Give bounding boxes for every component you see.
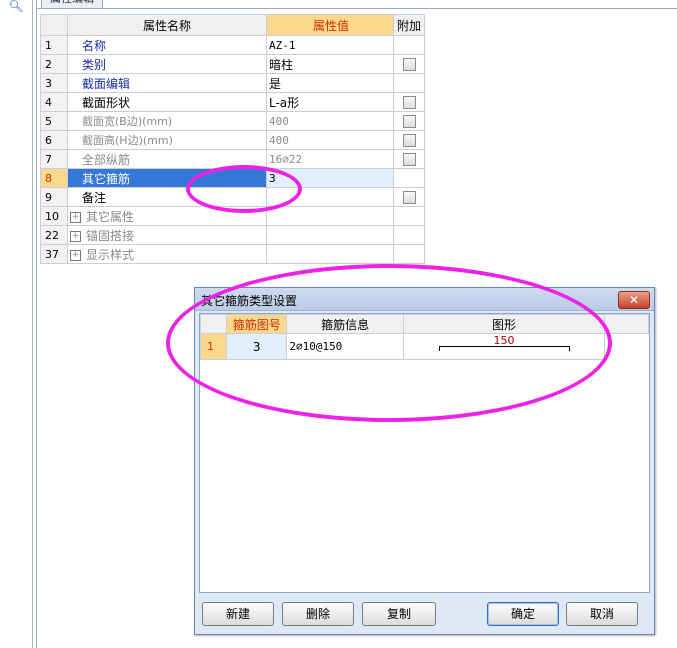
expand-icon[interactable]: + xyxy=(70,211,81,223)
row-name[interactable]: 截面高(H边)(mm) xyxy=(67,130,267,150)
copy-button[interactable]: 复制 xyxy=(362,602,436,626)
grid-header: 属性名称 属性值 附加 xyxy=(40,14,425,36)
header-index xyxy=(40,14,68,36)
extra-checkbox[interactable] xyxy=(402,191,416,204)
row-extra xyxy=(393,244,425,264)
row-index: 22 xyxy=(40,225,68,245)
row-extra xyxy=(393,54,425,74)
table-row[interactable]: 6 截面高(H边)(mm) 400 xyxy=(40,130,425,150)
row-extra xyxy=(393,225,425,245)
header-filler xyxy=(604,314,649,334)
row-value[interactable]: 400 xyxy=(266,111,394,131)
row-value[interactable]: 16⌀22 xyxy=(266,149,394,169)
extra-checkbox[interactable] xyxy=(402,115,416,128)
delete-button[interactable]: 删除 xyxy=(282,602,354,626)
ok-button[interactable]: 确定 xyxy=(487,602,559,626)
group-label: 锚固搭接 xyxy=(86,228,135,243)
table-row[interactable]: 4 截面形状 L-a形 xyxy=(40,92,425,112)
row-value[interactable]: L-a形 xyxy=(266,92,394,112)
row-value xyxy=(266,206,394,226)
left-panel: 🔍︎ xyxy=(0,0,33,648)
row-index: 7 xyxy=(40,149,68,169)
row-index: 1 xyxy=(40,35,68,55)
expand-icon[interactable]: + xyxy=(70,230,81,242)
row-value[interactable]: 是 xyxy=(266,73,394,93)
row-extra xyxy=(393,111,425,131)
row-extra xyxy=(393,187,425,207)
row-index: 3 xyxy=(40,73,68,93)
group-name[interactable]: + 显示样式 xyxy=(67,244,267,264)
group-label: 显示样式 xyxy=(86,247,135,262)
row-value[interactable]: 暗柱 xyxy=(266,54,394,74)
property-grid: 属性名称 属性值 附加 1 名称 AZ-1 2 类别 暗柱 3 截面编辑 是 4… xyxy=(40,14,425,264)
row-index: 37 xyxy=(40,244,68,264)
row-index: 10 xyxy=(40,206,68,226)
header-extra: 附加 xyxy=(393,14,425,36)
row-name[interactable]: 截面宽(B边)(mm) xyxy=(67,111,267,131)
row-index: 4 xyxy=(40,92,68,112)
row-extra xyxy=(393,73,425,93)
extra-checkbox[interactable] xyxy=(402,58,416,71)
search-icon[interactable]: 🔍︎ xyxy=(6,0,26,12)
row-name[interactable]: 名称 xyxy=(67,35,267,55)
row-index: 2 xyxy=(40,54,68,74)
new-button[interactable]: 新建 xyxy=(202,602,274,626)
extra-checkbox[interactable] xyxy=(402,153,416,166)
group-row[interactable]: 37 + 显示样式 xyxy=(40,244,425,264)
table-row[interactable]: 2 类别 暗柱 xyxy=(40,54,425,74)
table-row[interactable]: 3 截面编辑 是 xyxy=(40,73,425,93)
row-index: 5 xyxy=(40,111,68,131)
expand-icon[interactable]: + xyxy=(70,249,81,261)
tab-bar: 属性编辑 xyxy=(37,0,677,9)
group-row[interactable]: 22 + 锚固搭接 xyxy=(40,225,425,245)
highlight-ellipse-large xyxy=(166,264,612,422)
row-index: 6 xyxy=(40,130,68,150)
group-name[interactable]: + 锚固搭接 xyxy=(67,225,267,245)
row-extra xyxy=(393,168,425,188)
row-value[interactable]: AZ-1 xyxy=(266,35,394,55)
row-extra xyxy=(393,206,425,226)
row-name[interactable]: 截面编辑 xyxy=(67,73,267,93)
close-icon[interactable]: ✕ xyxy=(618,291,650,309)
row-index: 8 xyxy=(40,168,68,188)
header-value: 属性值 xyxy=(266,14,394,36)
row-index: 9 xyxy=(40,187,68,207)
row-extra xyxy=(393,35,425,55)
row-extra xyxy=(393,92,425,112)
header-name: 属性名称 xyxy=(67,14,267,36)
table-row[interactable]: 5 截面宽(B边)(mm) 400 xyxy=(40,111,425,131)
highlight-ellipse-small xyxy=(186,165,302,213)
row-extra xyxy=(393,149,425,169)
group-label: 其它属性 xyxy=(86,209,135,224)
row-value xyxy=(266,244,394,264)
tab-property-editor[interactable]: 属性编辑 xyxy=(41,0,103,9)
panel-divider xyxy=(36,0,37,648)
cancel-button[interactable]: 取消 xyxy=(566,602,638,626)
row-value xyxy=(266,225,394,245)
row-value[interactable]: 400 xyxy=(266,130,394,150)
table-row[interactable]: 1 名称 AZ-1 xyxy=(40,35,425,55)
extra-checkbox[interactable] xyxy=(402,96,416,109)
row-name[interactable]: 截面形状 xyxy=(67,92,267,112)
extra-checkbox[interactable] xyxy=(402,134,416,147)
row-extra xyxy=(393,130,425,150)
row-name[interactable]: 类别 xyxy=(67,54,267,74)
